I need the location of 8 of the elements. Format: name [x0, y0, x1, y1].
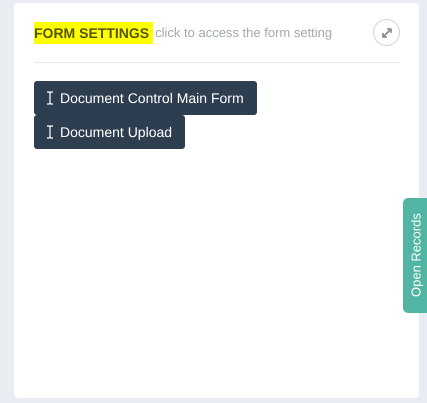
text-cursor-icon	[46, 91, 54, 105]
panel-subtitle: click to access the form setting	[155, 25, 334, 40]
form-button[interactable]: Document Control Main Form	[34, 81, 257, 115]
text-cursor-icon	[46, 125, 54, 139]
expand-button[interactable]	[373, 19, 400, 46]
form-button[interactable]: Document Upload	[34, 115, 186, 149]
expand-icon	[380, 26, 392, 38]
panel-title: FORM SETTINGS	[34, 22, 154, 44]
